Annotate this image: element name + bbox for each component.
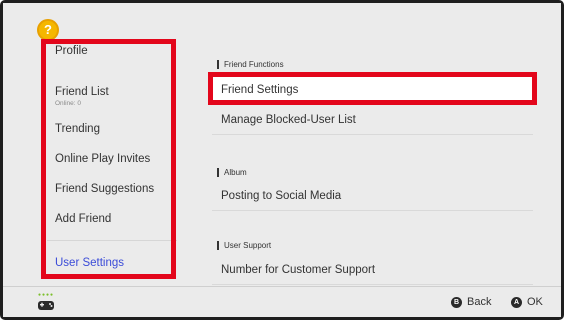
highlight-box-sidebar — [41, 39, 176, 279]
footer-bar: ●●●● B Back A OK — [3, 286, 561, 317]
section-label-user-support: User Support — [217, 241, 271, 250]
user-avatar-icon[interactable]: ? — [37, 19, 59, 41]
back-label: Back — [467, 296, 492, 308]
ok-hint[interactable]: A OK — [511, 296, 543, 308]
menu-row-posting-to-social-media[interactable]: Posting to Social Media — [212, 182, 533, 211]
controller-indicator-dots: ●●●● — [38, 292, 55, 298]
b-button-icon: B — [451, 296, 462, 308]
back-hint[interactable]: B Back — [451, 296, 491, 308]
menu-row-manage-blocked-user-list[interactable]: Manage Blocked-User List — [212, 106, 533, 135]
section-label-album: Album — [217, 168, 247, 177]
menu-row-number-for-customer-support[interactable]: Number for Customer Support — [212, 256, 533, 285]
main-panel: Friend Functions Friend Settings Manage … — [191, 3, 561, 286]
a-button-icon: A — [511, 296, 522, 308]
controller-icon — [38, 301, 54, 310]
section-label-friend-functions: Friend Functions — [217, 60, 284, 69]
highlight-box-friend-settings — [208, 72, 537, 105]
ok-label: OK — [527, 296, 543, 308]
